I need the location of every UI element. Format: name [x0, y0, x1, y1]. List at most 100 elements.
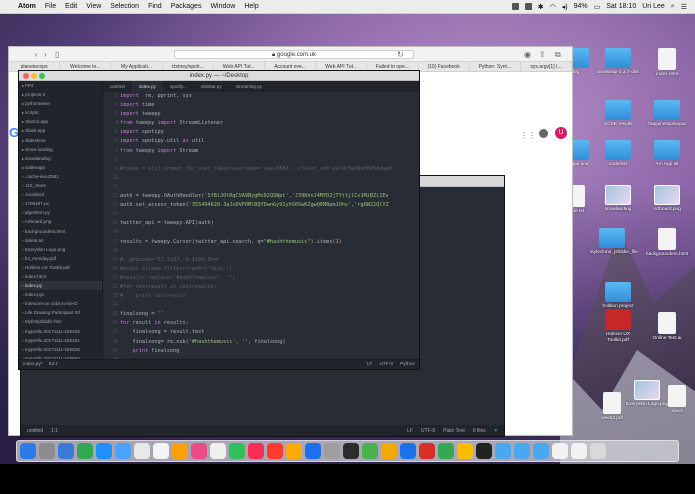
- dropbox-icon[interactable]: [524, 3, 532, 10]
- menu-edit[interactable]: Edit: [65, 3, 77, 10]
- tree-file[interactable]: ▫ delete.txt: [19, 236, 102, 245]
- atom2-status-position[interactable]: 1:1: [51, 428, 58, 434]
- tree-file[interactable]: ▫ myprefix.20171111-182451: [19, 336, 102, 345]
- menubar-clock[interactable]: Sat 18:10: [606, 3, 636, 10]
- tree-folder[interactable]: slideshow: [19, 136, 102, 145]
- tree-file[interactable]: ▫ Intercom-on-Jobs-to-be-D: [19, 299, 102, 308]
- tree-file[interactable]: ▫ myprefix.20171111-182426: [19, 327, 102, 336]
- new-tab-icon[interactable]: ⧉: [555, 50, 561, 60]
- dock-app-icon[interactable]: [362, 443, 378, 459]
- dock-app-icon[interactable]: [39, 443, 55, 459]
- dock-app-icon[interactable]: [457, 443, 473, 459]
- atom-title-bar[interactable]: index.py — ~/Desktop: [19, 71, 419, 81]
- desktop-icon[interactable]: styleclone_jsfiddle_file: [590, 228, 638, 256]
- code-line[interactable]: from tweepy import StreamListener: [120, 119, 419, 128]
- dock-app-icon[interactable]: [324, 443, 340, 459]
- code-area[interactable]: import re, pprint, sys import time import …: [120, 92, 419, 361]
- reload-icon[interactable]: ↻: [397, 50, 404, 59]
- atom2-status-eol[interactable]: LF: [407, 428, 413, 434]
- dock-app-icon[interactable]: [267, 443, 283, 459]
- tree-file[interactable]: ▫ Holition UX Toolkit.pdf: [19, 263, 102, 272]
- battery-percent[interactable]: 94%: [574, 3, 588, 10]
- status-app-icon[interactable]: [511, 3, 519, 10]
- desktop-icon[interactable]: GCSE results: [596, 100, 640, 128]
- tree-file[interactable]: ▫ fct_monday.pdf: [19, 254, 102, 263]
- code-line[interactable]: import time: [120, 101, 419, 110]
- code-line[interactable]: #results.replace("#hashthemusic", ""): [120, 274, 419, 283]
- dock-app-icon[interactable]: [229, 443, 245, 459]
- code-line[interactable]: [120, 174, 419, 183]
- battery-icon[interactable]: ▭: [594, 3, 601, 11]
- dock-app-icon[interactable]: [58, 443, 74, 459]
- code-line[interactable]: #for testresult in testresults:: [120, 283, 419, 292]
- desktop-icon[interactable]: codefirst: [596, 140, 640, 168]
- minimize-icon[interactable]: [31, 73, 37, 79]
- zoom-icon[interactable]: [39, 73, 45, 79]
- tree-folder[interactable]: Sketch.app: [19, 117, 102, 126]
- volume-icon[interactable]: ◂): [562, 3, 568, 11]
- code-line[interactable]: [120, 210, 419, 219]
- desktop-icon[interactable]: holition project: [596, 282, 640, 310]
- menu-view[interactable]: View: [86, 3, 101, 10]
- status-cursor-position[interactable]: 63:1: [49, 362, 58, 367]
- code-line[interactable]: #print stream.filter(track=['nice']): [120, 265, 419, 274]
- code-line[interactable]: finalsong = '': [120, 310, 419, 319]
- editor-tab[interactable]: sidebar.py: [194, 81, 229, 92]
- dock-app-icon[interactable]: [419, 443, 435, 459]
- dock-app-icon[interactable]: [343, 443, 359, 459]
- desktop-icon[interactable]: snowlanding: [596, 185, 640, 213]
- browser-tab[interactable]: Python: Synt...: [470, 62, 521, 71]
- status-grammar[interactable]: Python: [400, 362, 415, 367]
- editor-tab[interactable]: spotify...: [163, 81, 194, 92]
- dock-app-icon[interactable]: [438, 443, 454, 459]
- menu-packages[interactable]: Packages: [171, 3, 202, 10]
- tree-file[interactable]: ▫ index.py: [19, 281, 102, 291]
- editor-tab[interactable]: untitled: [103, 81, 132, 92]
- dock-app-icon[interactable]: [172, 443, 188, 459]
- back-icon[interactable]: ‹: [35, 50, 38, 59]
- tree-folder[interactable]: pythontweet: [19, 99, 102, 108]
- menu-selection[interactable]: Selection: [110, 3, 139, 10]
- tree-file[interactable]: ▫ index.html: [19, 272, 102, 281]
- tree-file[interactable]: ▫ Life Drawing Participant Inf: [19, 308, 102, 317]
- tree-folder[interactable]: twitterapp: [19, 163, 102, 172]
- menu-app-name[interactable]: Atom: [18, 3, 36, 10]
- code-line[interactable]: finalsong= re.sub('#hashthemusic', '', f…: [120, 338, 419, 347]
- tree-folder[interactable]: Snow landing: [19, 145, 102, 154]
- spotlight-search-icon[interactable]: ⌕: [671, 3, 675, 11]
- tree-folder[interactable]: projects-2: [19, 90, 102, 99]
- code-line[interactable]: twitter_api = tweepy.API(auth): [120, 219, 419, 228]
- code-line[interactable]: results = tweepy.Cursor(twitter_api.sear…: [120, 238, 419, 247]
- dock-app-icon[interactable]: [400, 443, 416, 459]
- tree-folder[interactable]: FP4: [19, 81, 102, 90]
- status-file-name[interactable]: index.py*: [23, 362, 43, 367]
- desktop-icon[interactable]: Slack: [655, 385, 695, 415]
- atom2-status-files[interactable]: 0 files: [473, 428, 486, 434]
- menubar-user[interactable]: Uri Lee: [642, 3, 665, 10]
- account-avatar[interactable]: U: [555, 127, 567, 139]
- browser-tab-active[interactable]: sys.argv[1] I...: [521, 62, 573, 71]
- menu-window[interactable]: Window: [210, 3, 235, 10]
- dock-app-icon[interactable]: [96, 443, 112, 459]
- share-icon[interactable]: ⇪: [539, 50, 546, 59]
- code-line[interactable]: import tweepy: [120, 110, 419, 119]
- dock-app-icon[interactable]: [77, 443, 93, 459]
- code-line[interactable]: # print testresult: [120, 292, 419, 301]
- tree-folder[interactable]: snowlanding: [19, 154, 102, 163]
- menu-file[interactable]: File: [45, 3, 56, 10]
- tree-file[interactable]: ▫ algorithm.py: [19, 208, 102, 217]
- code-line[interactable]: [120, 228, 419, 237]
- desktop-icon[interactable]: bootstrap-3.3.7-dist: [596, 48, 640, 76]
- tree-folder[interactable]: Slack.app: [19, 126, 102, 135]
- notification-center-icon[interactable]: ☰: [681, 3, 687, 11]
- code-line[interactable]: finalsong = result.text: [120, 328, 419, 337]
- editor-tab[interactable]: index.py: [131, 81, 163, 92]
- atom2-status-grammar[interactable]: Plain Text: [443, 428, 465, 434]
- dock-app-icon[interactable]: [305, 443, 321, 459]
- close-icon[interactable]: [23, 73, 29, 79]
- tree-file[interactable]: ▫ Artboard.png: [19, 217, 102, 226]
- dock-app-icon[interactable]: [286, 443, 302, 459]
- desktop-icon[interactable]: happinessplanpal: [645, 100, 689, 128]
- menu-find[interactable]: Find: [148, 3, 162, 10]
- dock-app-icon[interactable]: [153, 443, 169, 459]
